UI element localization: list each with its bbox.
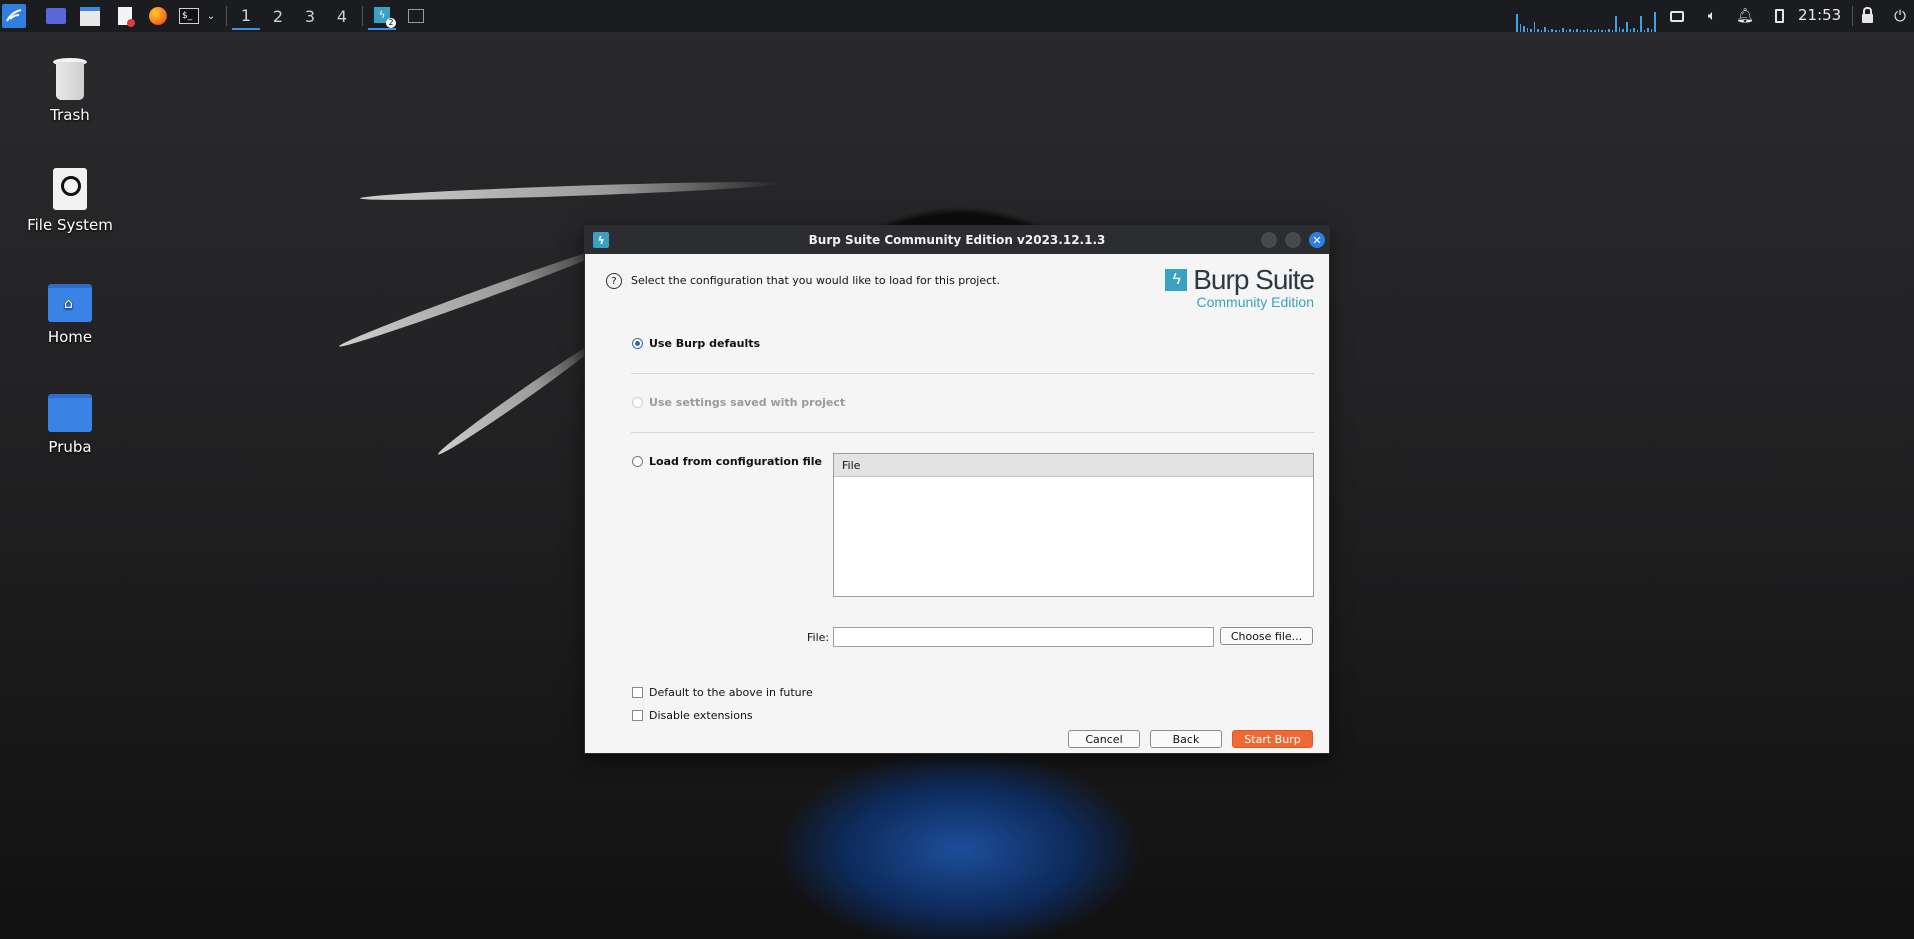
top-panel: $_ ⌄ 1 2 3 4 ϟ 2 🔈︎ 🔔︎ 21:53 ⏻ <box>0 0 1914 32</box>
cancel-button[interactable]: Cancel <box>1068 730 1140 748</box>
disable-extensions-option[interactable]: Disable extensions <box>632 709 753 722</box>
checkbox[interactable] <box>632 687 643 698</box>
background-streak <box>359 178 781 204</box>
text-editor-icon[interactable] <box>113 4 137 28</box>
burp-icon: ϟ 2 <box>374 7 396 28</box>
show-desktop-icon[interactable] <box>44 4 68 28</box>
option-label: Use settings saved with project <box>649 396 846 409</box>
minimize-button[interactable] <box>1261 232 1277 248</box>
divider <box>631 373 1314 374</box>
file-label: File: <box>807 631 830 644</box>
option-project-settings: Use settings saved with project <box>632 396 845 409</box>
dialog-title: Burp Suite Community Edition v2023.12.1.… <box>808 233 1106 247</box>
dialog-content: ? Select the configuration that you woul… <box>585 254 1329 753</box>
background-streak <box>337 238 623 352</box>
display-icon[interactable] <box>1668 4 1686 28</box>
taskbar-terminal-window[interactable] <box>406 4 426 28</box>
default-future-option[interactable]: Default to the above in future <box>632 686 813 699</box>
file-path-input[interactable] <box>833 627 1214 647</box>
burp-icon: ϟ <box>593 232 609 248</box>
panel-separator <box>226 6 227 26</box>
workspace-4[interactable]: 4 <box>328 2 356 30</box>
workspace-2[interactable]: 2 <box>264 2 292 30</box>
desktop-icon-home[interactable]: ⌂ Home <box>10 284 130 346</box>
trash-icon <box>53 58 87 100</box>
desktop-icon-label: Home <box>47 328 93 346</box>
desktop-icon-pruba[interactable]: Pruba <box>10 394 130 456</box>
option-label: Use Burp defaults <box>649 337 761 350</box>
clock[interactable]: 21:53 <box>1798 6 1841 24</box>
radio-button[interactable] <box>632 456 643 467</box>
burp-logo: ϟ Burp Suite Community Edition <box>1165 264 1315 310</box>
workspace-3[interactable]: 3 <box>296 2 324 30</box>
home-folder-icon: ⌂ <box>48 284 92 322</box>
radio-button[interactable] <box>632 338 643 349</box>
workspace-1[interactable]: 1 <box>232 2 260 30</box>
maximize-button[interactable] <box>1285 232 1301 248</box>
chevron-down-icon[interactable]: ⌄ <box>203 4 219 28</box>
desktop-icon-trash[interactable]: Trash <box>10 58 130 124</box>
cpu-graph <box>1516 10 1656 32</box>
firefox-icon[interactable] <box>146 4 170 28</box>
checkbox-label: Default to the above in future <box>649 686 813 699</box>
config-file-table[interactable]: File <box>833 453 1314 597</box>
window-count-badge: 2 <box>386 18 396 28</box>
back-button[interactable]: Back <box>1150 730 1222 748</box>
logo-title: Burp Suite <box>1193 264 1315 295</box>
panel-separator <box>1852 6 1853 26</box>
burp-startup-dialog: ϟ Burp Suite Community Edition v2023.12.… <box>585 226 1329 753</box>
checkbox[interactable] <box>632 710 643 721</box>
battery-icon[interactable] <box>1770 4 1788 28</box>
background-streak <box>435 335 605 459</box>
choose-file-button[interactable]: Choose file... <box>1220 627 1313 645</box>
folder-icon <box>48 394 92 432</box>
file-manager-icon[interactable] <box>78 4 102 28</box>
option-burp-defaults[interactable]: Use Burp defaults <box>632 337 760 350</box>
option-label: Load from configuration file <box>649 455 822 468</box>
volume-icon[interactable]: 🔈︎ <box>1702 4 1722 28</box>
start-burp-button[interactable]: Start Burp <box>1232 730 1313 748</box>
taskbar-burp-window[interactable]: ϟ 2 <box>368 2 396 30</box>
lock-icon[interactable] <box>1858 4 1876 28</box>
panel-separator <box>362 6 363 26</box>
desktop-icon-file-system[interactable]: File System <box>10 168 130 234</box>
instruction-text: Select the configuration that you would … <box>631 274 1000 287</box>
option-config-file[interactable]: Load from configuration file <box>632 455 822 468</box>
power-icon[interactable]: ⏻ <box>1890 4 1910 28</box>
table-header-file[interactable]: File <box>834 454 1313 477</box>
close-button[interactable]: ✕ <box>1309 232 1325 248</box>
drive-icon <box>53 168 87 210</box>
desktop-icon-label: Pruba <box>48 438 92 456</box>
checkbox-label: Disable extensions <box>649 709 753 722</box>
kali-menu-icon[interactable] <box>2 4 26 28</box>
terminal-icon[interactable]: $_ <box>178 4 200 28</box>
notification-bell-icon[interactable]: 🔔︎ <box>1736 4 1754 28</box>
desktop-icon-label: Trash <box>50 106 90 124</box>
divider <box>631 432 1314 433</box>
burp-logo-icon: ϟ <box>1165 269 1188 291</box>
desktop-icon-label: File System <box>27 216 113 234</box>
radio-button <box>632 397 643 408</box>
dialog-titlebar[interactable]: ϟ Burp Suite Community Edition v2023.12.… <box>585 226 1329 254</box>
logo-subtitle: Community Edition <box>1196 294 1315 310</box>
help-icon[interactable]: ? <box>606 273 622 289</box>
